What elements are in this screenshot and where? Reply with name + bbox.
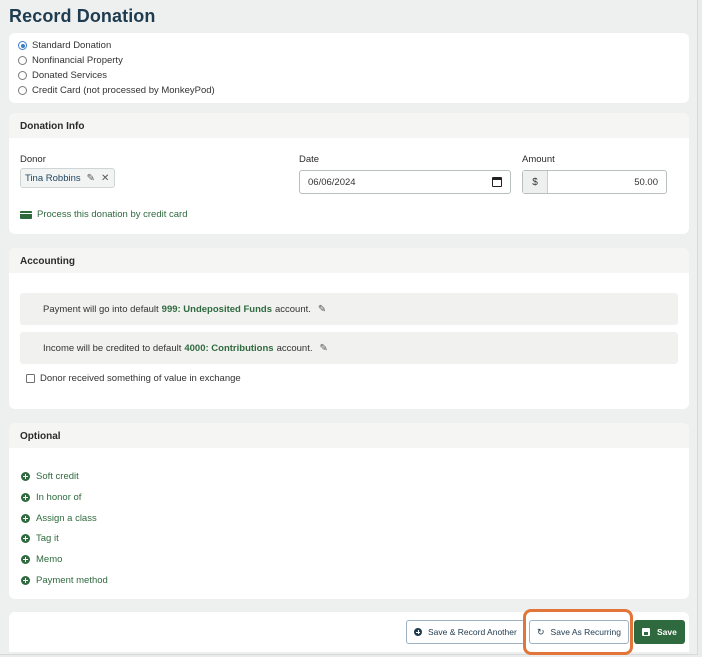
plus-circle-icon	[21, 576, 30, 585]
date-label: Date	[299, 154, 320, 165]
plus-circle-icon	[21, 555, 30, 564]
refresh-icon: ↻	[537, 626, 545, 637]
optional-item-label: Assign a class	[36, 513, 97, 524]
donation-info-card: Donation Info Donor Tina Robbins ✎ ✕ Dat…	[9, 113, 689, 234]
optional-item-label: Memo	[36, 554, 63, 565]
payment-account: 999: Undeposited Funds	[161, 304, 272, 315]
donor-name: Tina Robbins	[25, 172, 81, 184]
accounting-header: Accounting	[9, 248, 689, 273]
radio-selected-icon[interactable]	[18, 41, 27, 50]
checkbox[interactable]	[26, 374, 35, 383]
optional-item-label: Tag it	[36, 533, 59, 544]
optional-tag-it[interactable]: Tag it	[21, 533, 59, 544]
button-label: Save As Recurring	[550, 627, 621, 637]
radio-icon[interactable]	[18, 71, 27, 80]
process-credit-card-link[interactable]: Process this donation by credit card	[20, 209, 188, 220]
donation-type-card: Standard Donation Nonfinancial Property …	[9, 33, 689, 103]
edit-icon[interactable]: ✎	[319, 343, 327, 354]
radio-nonfinancial-property[interactable]: Nonfinancial Property	[18, 53, 689, 68]
button-label: Save	[657, 627, 677, 637]
donor-label: Donor	[20, 154, 46, 165]
cc-link-label: Process this donation by credit card	[37, 209, 188, 220]
plus-circle-icon	[414, 628, 422, 636]
radio-credit-card[interactable]: Credit Card (not processed by MonkeyPod)	[18, 83, 689, 98]
amount-label: Amount	[522, 154, 555, 165]
plus-circle-icon	[21, 472, 30, 481]
action-bar: Save & Record Another ↻ Save As Recurrin…	[9, 612, 689, 652]
radio-icon[interactable]	[18, 56, 27, 65]
radio-label: Credit Card (not processed by MonkeyPod)	[32, 85, 215, 96]
radio-standard-donation[interactable]: Standard Donation	[18, 38, 689, 53]
close-icon[interactable]: ✕	[101, 173, 109, 184]
optional-soft-credit[interactable]: Soft credit	[21, 471, 79, 482]
optional-item-label: Payment method	[36, 575, 108, 586]
income-account: 4000: Contributions	[184, 343, 274, 354]
save-record-another-button[interactable]: Save & Record Another	[406, 620, 525, 644]
optional-in-honor-of[interactable]: In honor of	[21, 492, 81, 503]
currency-symbol: $	[523, 171, 548, 193]
income-prefix: Income will be credited to default	[43, 343, 182, 354]
record-donation-page: Record Donation Standard Donation Nonfin…	[0, 0, 698, 655]
optional-payment-method[interactable]: Payment method	[21, 575, 108, 586]
page-title: Record Donation	[9, 6, 156, 26]
donation-info-header: Donation Info	[9, 113, 689, 138]
payment-prefix: Payment will go into default	[43, 304, 159, 315]
date-field[interactable]: 06/06/2024	[299, 170, 511, 194]
amount-field[interactable]: $ 50.00	[522, 170, 667, 194]
optional-assign-class[interactable]: Assign a class	[21, 513, 97, 524]
income-account-row: Income will be credited to default 4000:…	[20, 332, 678, 364]
donor-chip[interactable]: Tina Robbins ✎ ✕	[20, 168, 116, 188]
save-as-recurring-button[interactable]: ↻ Save As Recurring	[529, 620, 629, 644]
save-button[interactable]: Save	[634, 620, 685, 644]
edit-icon[interactable]: ✎	[318, 304, 326, 315]
edit-icon[interactable]: ✎	[87, 173, 95, 184]
optional-item-label: In honor of	[36, 492, 82, 503]
plus-circle-icon	[21, 514, 30, 523]
radio-label: Donated Services	[32, 70, 107, 81]
optional-header: Optional	[9, 423, 689, 448]
radio-label: Standard Donation	[32, 40, 112, 51]
amount-value[interactable]: 50.00	[548, 171, 666, 193]
accounting-card: Accounting Payment will go into default …	[9, 248, 689, 409]
button-label: Save & Record Another	[428, 627, 517, 637]
plus-circle-icon	[21, 534, 30, 543]
credit-card-icon	[20, 210, 32, 219]
date-value: 06/06/2024	[308, 177, 356, 188]
value-exchange-checkbox-row[interactable]: Donor received something of value in exc…	[26, 373, 241, 384]
radio-icon[interactable]	[18, 86, 27, 95]
payment-account-row: Payment will go into default 999: Undepo…	[20, 293, 678, 325]
value-exchange-label: Donor received something of value in exc…	[40, 373, 241, 384]
save-icon	[642, 628, 650, 636]
radio-label: Nonfinancial Property	[32, 55, 123, 66]
income-suffix: account.	[276, 343, 313, 354]
payment-suffix: account.	[274, 304, 311, 315]
radio-donated-services[interactable]: Donated Services	[18, 68, 689, 83]
calendar-icon[interactable]	[492, 177, 502, 187]
optional-card: Optional Soft credit In honor of Assign …	[9, 423, 689, 599]
optional-memo[interactable]: Memo	[21, 554, 62, 565]
plus-circle-icon	[21, 493, 30, 502]
optional-item-label: Soft credit	[36, 471, 79, 482]
